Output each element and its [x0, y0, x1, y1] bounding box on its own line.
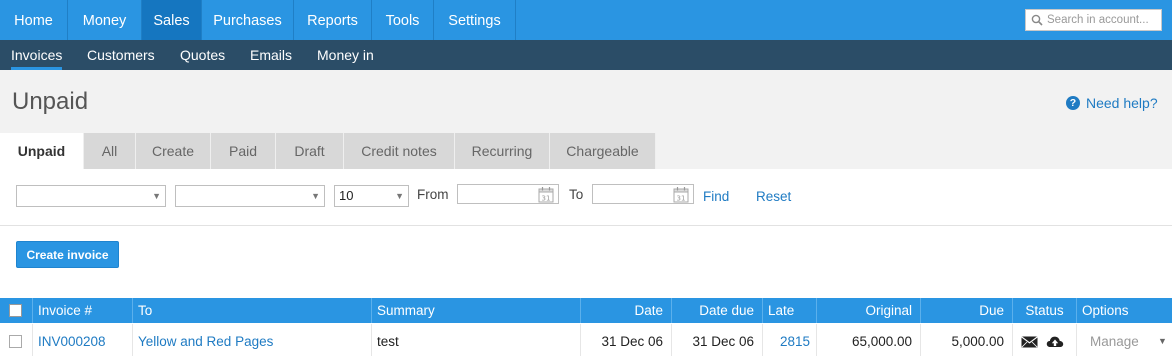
per-page-value: 10	[339, 188, 354, 203]
subnav-emails[interactable]: Emails	[250, 40, 292, 70]
tab-recurring[interactable]: Recurring	[455, 133, 550, 169]
late-days-link[interactable]: 2815	[762, 324, 816, 356]
original-amount-cell: 65,000.00	[816, 324, 920, 356]
due-amount-cell: 5,000.00	[920, 324, 1012, 356]
tab-chargeable[interactable]: Chargeable	[550, 133, 656, 169]
reset-link[interactable]: Reset	[756, 189, 791, 204]
from-label: From	[417, 187, 449, 202]
search-input[interactable]: Search in account...	[1025, 9, 1162, 31]
select-all-checkbox[interactable]	[9, 304, 22, 317]
top-nav: Home Money Sales Purchases Reports Tools…	[0, 0, 1172, 40]
nav-reports[interactable]: Reports	[294, 0, 372, 40]
select-all-cell	[0, 298, 32, 323]
tab-paid[interactable]: Paid	[211, 133, 276, 169]
col-due[interactable]: Due	[920, 298, 1012, 323]
col-late[interactable]: Late	[762, 298, 816, 323]
per-page-select[interactable]: 10 ▼	[334, 185, 409, 207]
nav-money[interactable]: Money	[68, 0, 142, 40]
col-invoice-number[interactable]: Invoice #	[32, 298, 132, 323]
filter-select-2[interactable]: ▼	[175, 185, 325, 207]
tab-all[interactable]: All	[84, 133, 136, 169]
subnav-quotes[interactable]: Quotes	[180, 40, 225, 70]
question-icon: ?	[1066, 96, 1080, 110]
calendar-icon[interactable]: 31	[538, 186, 554, 203]
date-cell: 31 Dec 06	[580, 324, 671, 356]
tab-unpaid[interactable]: Unpaid	[0, 133, 84, 169]
col-date-due[interactable]: Date due	[671, 298, 762, 323]
page-title: Unpaid	[12, 88, 89, 115]
col-to[interactable]: To	[132, 298, 371, 323]
col-date[interactable]: Date	[580, 298, 671, 323]
invoice-number-link[interactable]: INV000208	[32, 324, 132, 356]
search-placeholder: Search in account...	[1047, 14, 1149, 26]
table-row: INV000208 Yellow and Red Pages test 31 D…	[0, 324, 1172, 356]
svg-text:31: 31	[542, 195, 551, 203]
summary-cell: test	[371, 324, 580, 356]
svg-text:31: 31	[677, 195, 686, 203]
subnav-invoices[interactable]: Invoices	[11, 40, 63, 70]
nav-sales[interactable]: Sales	[142, 0, 202, 40]
tab-credit-notes[interactable]: Credit notes	[344, 133, 455, 169]
manage-dropdown[interactable]: Manage ▼	[1076, 324, 1172, 356]
tab-draft[interactable]: Draft	[276, 133, 344, 169]
calendar-icon[interactable]: 31	[673, 186, 689, 203]
dropdown-arrow-icon: ▼	[311, 191, 320, 201]
col-status: Status	[1012, 298, 1076, 323]
date-due-cell: 31 Dec 06	[671, 324, 762, 356]
dropdown-arrow-icon: ▼	[1158, 336, 1167, 346]
filter-select-1[interactable]: ▼	[16, 185, 166, 207]
filter-divider	[0, 225, 1172, 226]
status-cell	[1012, 324, 1076, 356]
create-invoice-button[interactable]: Create invoice	[16, 241, 119, 268]
table-header: Invoice # To Summary Date Date due Late …	[0, 298, 1172, 323]
tab-create[interactable]: Create	[136, 133, 211, 169]
find-link[interactable]: Find	[703, 189, 729, 204]
nav-settings[interactable]: Settings	[434, 0, 516, 40]
subnav-money-in[interactable]: Money in	[317, 40, 374, 70]
row-checkbox[interactable]	[9, 335, 22, 348]
dropdown-arrow-icon: ▼	[152, 191, 161, 201]
manage-label: Manage	[1090, 334, 1139, 349]
to-label: To	[569, 187, 584, 202]
to-date-input[interactable]: 31	[592, 184, 694, 204]
envelope-icon[interactable]	[1021, 336, 1038, 348]
cloud-upload-icon[interactable]	[1046, 334, 1064, 349]
search-icon	[1031, 14, 1043, 26]
sub-nav: Invoices Customers Quotes Emails Money i…	[0, 40, 1172, 70]
col-original[interactable]: Original	[816, 298, 920, 323]
dropdown-arrow-icon: ▼	[395, 191, 404, 201]
col-summary[interactable]: Summary	[371, 298, 580, 323]
from-date-input[interactable]: 31	[457, 184, 559, 204]
nav-home[interactable]: Home	[0, 0, 68, 40]
row-select-cell	[0, 324, 32, 356]
nav-tools[interactable]: Tools	[372, 0, 434, 40]
col-options: Options	[1076, 298, 1172, 323]
customer-link[interactable]: Yellow and Red Pages	[132, 324, 371, 356]
help-label: Need help?	[1086, 95, 1158, 111]
nav-purchases[interactable]: Purchases	[202, 0, 294, 40]
subnav-customers[interactable]: Customers	[87, 40, 155, 70]
